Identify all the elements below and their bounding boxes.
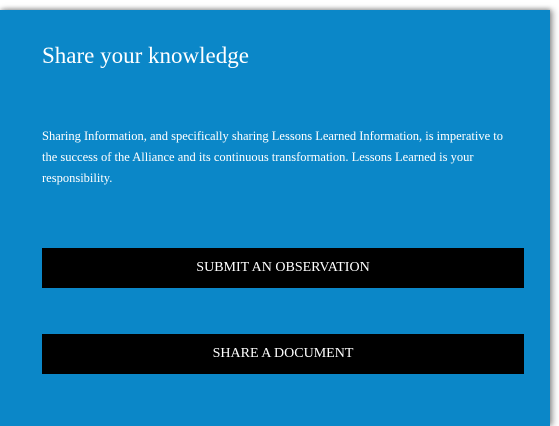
panel-title: Share your knowledge	[42, 43, 249, 68]
share-document-button[interactable]: SHARE A DOCUMENT	[42, 334, 524, 374]
submit-observation-button[interactable]: SUBMIT AN OBSERVATION	[42, 248, 524, 288]
panel-description: Sharing Information, and specifically sh…	[42, 129, 503, 185]
share-knowledge-panel: Share your knowledge Sharing Information…	[0, 10, 550, 426]
